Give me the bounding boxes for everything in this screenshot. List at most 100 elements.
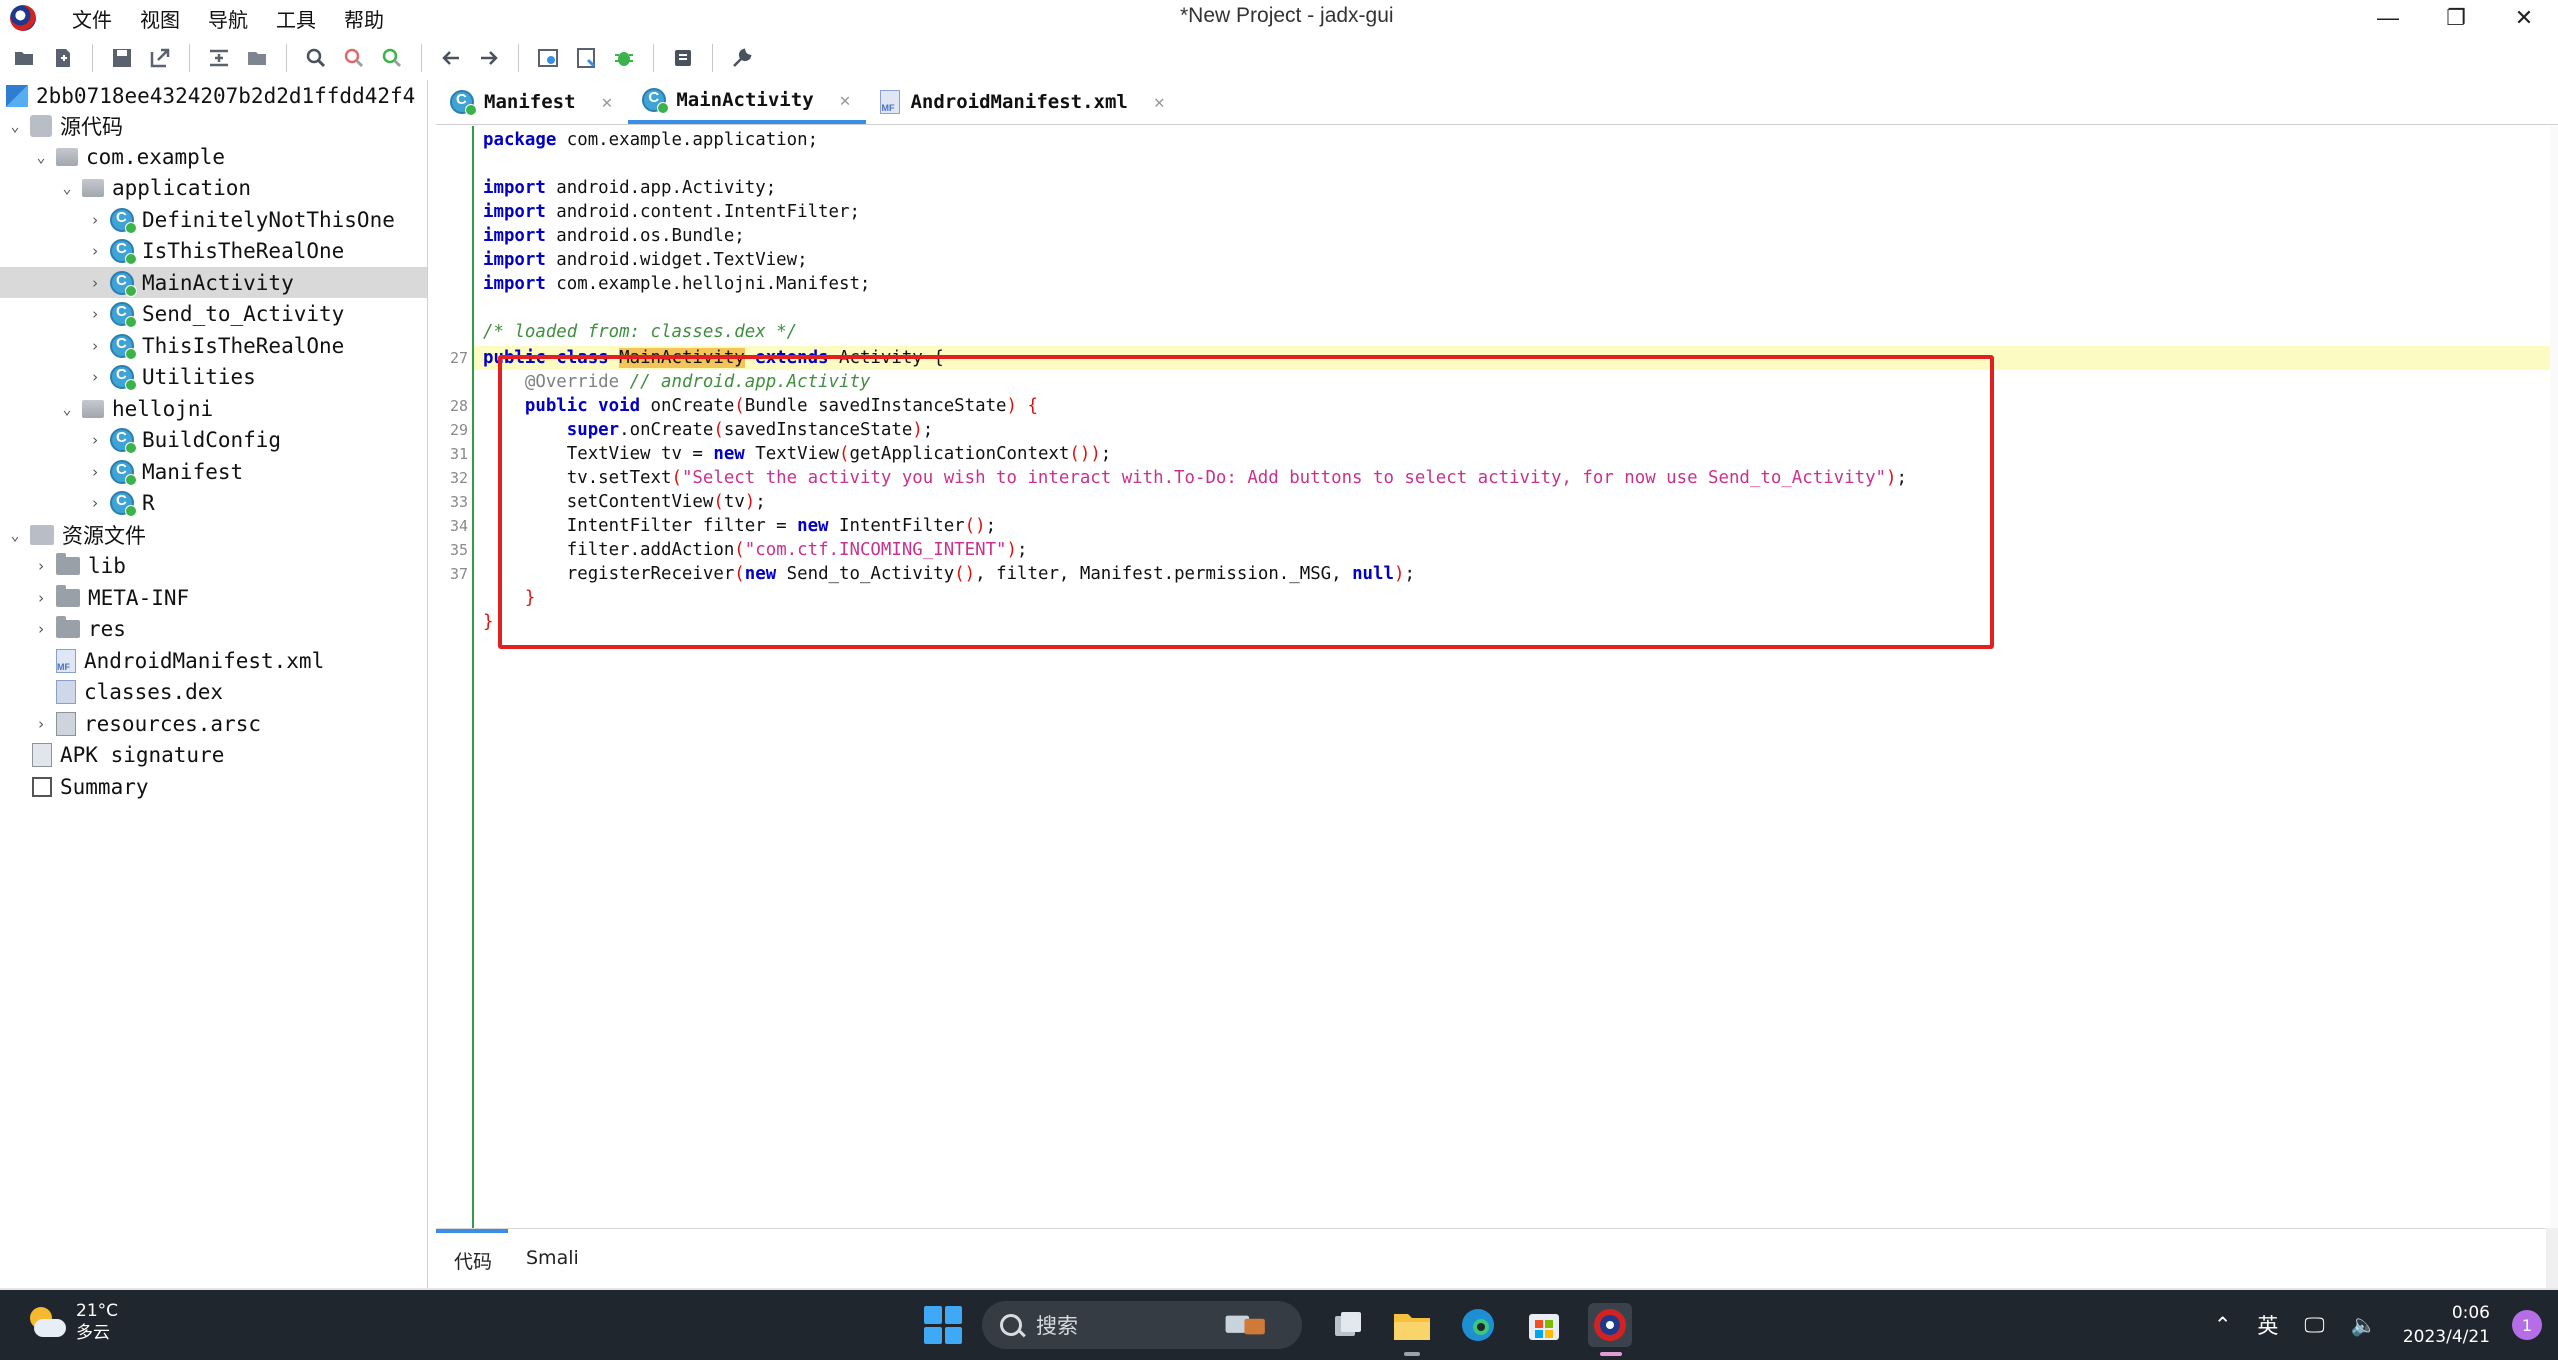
- chevron-right-icon[interactable]: ›: [32, 715, 50, 733]
- sync-icon[interactable]: [202, 41, 236, 75]
- tab-code[interactable]: 代码: [454, 1247, 492, 1274]
- tree-class-item-selected[interactable]: › MainActivity: [0, 267, 427, 298]
- chevron-up-icon[interactable]: ⌃: [2214, 1313, 2232, 1337]
- tab-manifest[interactable]: Manifest ✕: [436, 80, 628, 124]
- tree-class-item[interactable]: › IsThisTheRealOne: [0, 235, 427, 266]
- selected-class-name[interactable]: MainActivity: [619, 348, 745, 368]
- tree-root[interactable]: 2bb0718ee4324207b2d2d1ffdd42f4: [0, 80, 427, 111]
- minimize-button[interactable]: —: [2354, 0, 2422, 36]
- tree-package-label: com.example: [86, 144, 226, 169]
- chevron-right-icon[interactable]: ›: [86, 211, 104, 229]
- chevron-right-icon[interactable]: ›: [86, 305, 104, 323]
- forward-icon[interactable]: [472, 41, 506, 75]
- decompile-all-icon[interactable]: [531, 41, 565, 75]
- clock[interactable]: 0:06 2023/4/21: [2403, 1301, 2490, 1349]
- chevron-right-icon[interactable]: ›: [86, 274, 104, 292]
- tree-folder-item[interactable]: › META-INF: [0, 582, 427, 613]
- menu-view[interactable]: 视图: [126, 4, 194, 33]
- tree-package-label: application: [112, 175, 252, 200]
- clock-date: 2023/4/21: [2402, 1327, 2490, 1347]
- menu-file[interactable]: 文件: [58, 4, 126, 33]
- tree-file-item[interactable]: classes.dex: [0, 676, 427, 707]
- tree-class-item[interactable]: › DefinitelyNotThisOne: [0, 204, 427, 235]
- chevron-right-icon[interactable]: ›: [86, 494, 104, 512]
- jadx-taskbar-icon[interactable]: [1588, 1303, 1632, 1347]
- tab-mainactivity[interactable]: MainActivity ✕: [628, 80, 867, 124]
- tree-folder-item[interactable]: › lib: [0, 550, 427, 581]
- tree-class-item[interactable]: › Manifest: [0, 456, 427, 487]
- chevron-down-icon[interactable]: ⌄: [58, 179, 76, 197]
- back-icon[interactable]: [434, 41, 468, 75]
- tree-folder-item[interactable]: › res: [0, 613, 427, 644]
- microsoft-store-icon[interactable]: [1522, 1303, 1566, 1347]
- weather-widget[interactable]: 21°C 多云: [26, 1300, 118, 1344]
- tree-file-item[interactable]: AndroidManifest.xml: [0, 645, 427, 676]
- tree-package-application[interactable]: ⌄ application: [0, 172, 427, 203]
- chevron-right-icon[interactable]: ›: [86, 242, 104, 260]
- edge-browser-icon[interactable]: [1456, 1303, 1500, 1347]
- tree-class-label: Manifest: [142, 459, 244, 484]
- comment: // android.app.Activity: [619, 372, 871, 392]
- save-all-icon[interactable]: [105, 41, 139, 75]
- tree-summary[interactable]: Summary: [0, 771, 427, 802]
- chevron-down-icon[interactable]: ⌄: [58, 400, 76, 418]
- code-editor[interactable]: 27 28 29 31 32 33 34 35 37 package com.e…: [436, 126, 2550, 1228]
- tree-package-hellojni[interactable]: ⌄ hellojni: [0, 393, 427, 424]
- chevron-right-icon[interactable]: ›: [86, 463, 104, 481]
- tree-resources[interactable]: ⌄ 资源文件: [0, 519, 427, 550]
- add-files-icon[interactable]: [46, 41, 80, 75]
- ime-indicator[interactable]: 英: [2257, 1310, 2278, 1340]
- file-explorer-icon[interactable]: [1390, 1303, 1434, 1347]
- chevron-down-icon[interactable]: ⌄: [32, 148, 50, 166]
- debug-icon[interactable]: [607, 41, 641, 75]
- tree-package-com-example[interactable]: ⌄ com.example: [0, 141, 427, 172]
- chevron-right-icon[interactable]: ›: [32, 557, 50, 575]
- widgets-app-icon[interactable]: [1224, 1303, 1268, 1347]
- split-pane-divider[interactable]: [428, 660, 436, 690]
- close-window-button[interactable]: ✕: [2490, 0, 2558, 36]
- code-text: android.content.IntentFilter;: [545, 202, 860, 222]
- menu-navigation[interactable]: 导航: [194, 4, 262, 33]
- find-usage-icon[interactable]: [375, 41, 409, 75]
- deobf-icon[interactable]: [569, 41, 603, 75]
- chevron-right-icon[interactable]: ›: [86, 337, 104, 355]
- menu-help[interactable]: 帮助: [330, 4, 398, 33]
- notification-badge[interactable]: 1: [2512, 1310, 2542, 1340]
- log-icon[interactable]: [666, 41, 700, 75]
- flatten-icon[interactable]: [240, 41, 274, 75]
- find-class-icon[interactable]: [337, 41, 371, 75]
- chevron-right-icon[interactable]: ›: [32, 589, 50, 607]
- search-icon[interactable]: [299, 41, 333, 75]
- chevron-down-icon[interactable]: ⌄: [6, 117, 24, 135]
- tree-class-item[interactable]: › R: [0, 487, 427, 518]
- apk-root-icon: [6, 84, 28, 107]
- chevron-right-icon[interactable]: ›: [86, 368, 104, 386]
- preferences-icon[interactable]: [725, 41, 759, 75]
- menu-tools[interactable]: 工具: [262, 4, 330, 33]
- tree-class-item[interactable]: › BuildConfig: [0, 424, 427, 455]
- tree-apk-signature[interactable]: APK signature: [0, 739, 427, 770]
- tab-smali[interactable]: Smali: [526, 1247, 579, 1269]
- restore-button[interactable]: ❐: [2422, 0, 2490, 36]
- windows-start-icon[interactable]: [924, 1306, 962, 1344]
- volume-icon[interactable]: 🔈: [2351, 1313, 2377, 1338]
- close-tab-icon[interactable]: ✕: [1154, 92, 1165, 113]
- tree-file-item[interactable]: › resources.arsc: [0, 708, 427, 739]
- tree-class-item[interactable]: › ThisIsTheRealOne: [0, 330, 427, 361]
- string-literal: "Select the activity you wish to interac…: [681, 468, 1887, 488]
- chevron-right-icon[interactable]: ›: [32, 620, 50, 638]
- tab-androidmanifest[interactable]: AndroidManifest.xml ✕: [866, 80, 1180, 124]
- editor-vertical-scrollbar[interactable]: [2550, 126, 2558, 1228]
- open-icon[interactable]: [8, 41, 42, 75]
- close-tab-icon[interactable]: ✕: [840, 90, 851, 111]
- tree-class-item[interactable]: › Utilities: [0, 361, 427, 392]
- chevron-right-icon[interactable]: ›: [86, 431, 104, 449]
- export-icon[interactable]: [143, 41, 177, 75]
- tree-class-item[interactable]: › Send_to_Activity: [0, 298, 427, 329]
- close-tab-icon[interactable]: ✕: [602, 92, 613, 113]
- task-view-icon[interactable]: [1326, 1303, 1370, 1347]
- tree-folder-label: res: [88, 616, 126, 641]
- network-icon[interactable]: 🖵: [2304, 1313, 2324, 1338]
- chevron-down-icon[interactable]: ⌄: [6, 526, 24, 544]
- tree-sources[interactable]: ⌄ 源代码: [0, 110, 427, 141]
